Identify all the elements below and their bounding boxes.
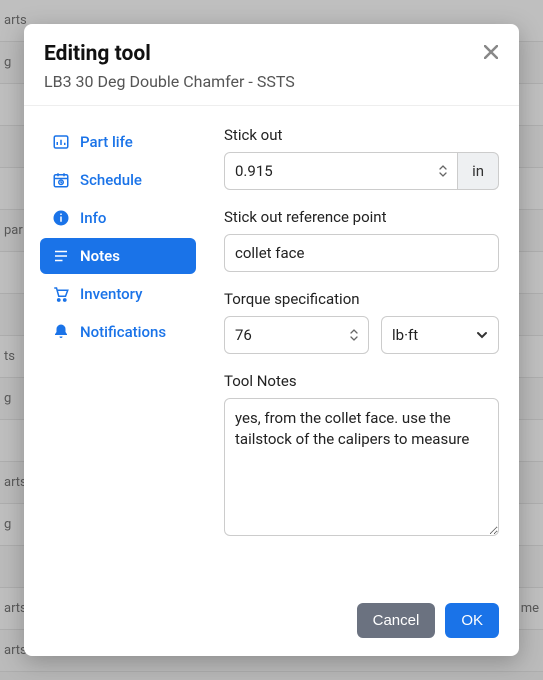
info-icon — [52, 209, 70, 227]
sidebar-item-label: Info — [80, 209, 106, 227]
modal-subtitle: LB3 30 Deg Double Chamfer - SSTS — [44, 72, 499, 91]
ref-point-input[interactable] — [224, 234, 499, 272]
sidebar-item-notes[interactable]: Notes — [40, 238, 196, 274]
torque-label: Torque specification — [224, 290, 499, 308]
sidebar-item-label: Notes — [80, 247, 120, 265]
sidebar-item-label: Notifications — [80, 323, 166, 341]
stick-out-row: in — [224, 152, 499, 190]
modal-footer: Cancel OK — [24, 591, 519, 656]
modal-title: Editing tool — [44, 42, 499, 66]
sidebar-item-label: Schedule — [80, 171, 142, 189]
close-icon — [484, 45, 498, 59]
sidebar-item-inventory[interactable]: Inventory — [40, 276, 196, 312]
inventory-icon — [52, 285, 70, 303]
torque-input[interactable] — [224, 316, 369, 354]
stick-out-unit: in — [458, 152, 499, 190]
schedule-icon — [52, 171, 70, 189]
notifications-icon — [52, 323, 70, 341]
sidebar-item-label: Inventory — [80, 285, 142, 303]
torque-unit-select[interactable]: lb·ft — [381, 316, 499, 354]
ok-button[interactable]: OK — [445, 603, 499, 638]
sidebar-item-info[interactable]: Info — [40, 200, 196, 236]
notes-icon — [52, 247, 70, 265]
sidebar-nav: Part life Schedule Info Notes — [40, 124, 196, 581]
editing-tool-modal: Editing tool LB3 30 Deg Double Chamfer -… — [24, 24, 519, 656]
modal-header: Editing tool LB3 30 Deg Double Chamfer -… — [24, 24, 519, 106]
cancel-button[interactable]: Cancel — [357, 603, 436, 638]
tool-notes-textarea[interactable] — [224, 398, 499, 536]
sidebar-item-notifications[interactable]: Notifications — [40, 314, 196, 350]
sidebar-item-part-life[interactable]: Part life — [40, 124, 196, 160]
ref-point-label: Stick out reference point — [224, 208, 499, 226]
stick-out-label: Stick out — [224, 126, 499, 144]
stepper-icon[interactable] — [349, 327, 361, 343]
close-button[interactable] — [477, 38, 505, 66]
form-panel: Stick out in Stick out reference point T… — [224, 124, 499, 581]
stick-out-input[interactable] — [224, 152, 458, 190]
modal-body: Part life Schedule Info Notes — [24, 106, 519, 591]
torque-row: lb·ft — [224, 316, 499, 354]
part-life-icon — [52, 133, 70, 151]
stepper-icon[interactable] — [438, 163, 450, 179]
notes-label: Tool Notes — [224, 372, 499, 390]
sidebar-item-schedule[interactable]: Schedule — [40, 162, 196, 198]
sidebar-item-label: Part life — [80, 133, 133, 151]
